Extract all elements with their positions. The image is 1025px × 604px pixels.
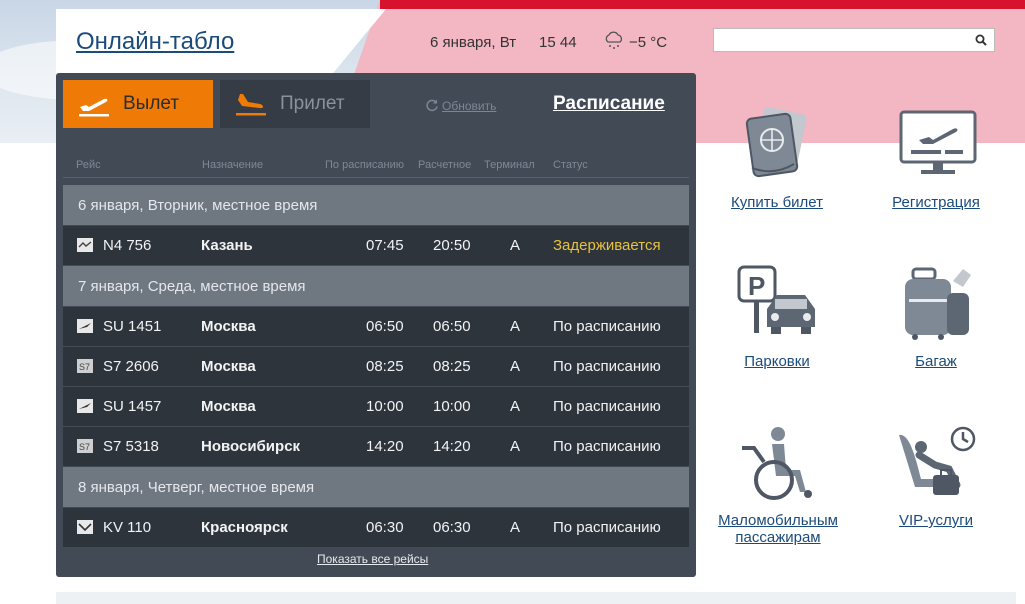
column-header-estimated: Расчетное xyxy=(418,159,472,171)
estimated-time: 14:20 xyxy=(433,438,471,455)
flight-number: S7 5318 xyxy=(103,438,159,455)
refresh-link[interactable]: Обновить xyxy=(442,99,496,113)
scheduled-time: 08:25 xyxy=(366,358,404,375)
date-header-row: 7 января, Среда, местное время xyxy=(63,266,689,306)
flight-number: S7 2606 xyxy=(103,358,159,375)
tab-departures[interactable]: Вылет xyxy=(63,80,213,128)
scheduled-time: 06:50 xyxy=(366,318,404,335)
flight-number: SU 1457 xyxy=(103,398,162,415)
service-buy-ticket-link[interactable]: Купить билет xyxy=(718,194,836,211)
check-in-monitor-icon[interactable] xyxy=(899,110,977,176)
flight-number: SU 1451 xyxy=(103,318,162,335)
vip-lounge-icon[interactable] xyxy=(895,425,977,499)
arrival-icon xyxy=(236,94,266,116)
flight-status: По расписанию xyxy=(553,318,661,335)
date-header-row: 8 января, Четверг, местное время xyxy=(63,467,689,507)
terminal: A xyxy=(510,237,521,254)
terminal: A xyxy=(510,358,521,375)
footer-strip xyxy=(56,592,1016,604)
kras-air-logo-icon xyxy=(77,520,93,534)
flight-status: По расписанию xyxy=(553,519,661,536)
destination: Москва xyxy=(201,398,256,415)
page-title[interactable]: Онлайн-табло xyxy=(76,28,234,56)
destination: Красноярск xyxy=(201,519,288,536)
table-row[interactable]: SU 1457 Москва 10:00 10:00 A По расписан… xyxy=(63,387,689,426)
service-vip-link[interactable]: VIP-услуги xyxy=(877,512,995,529)
s7-logo-icon: S7 xyxy=(77,359,93,373)
current-date: 6 января, Вт xyxy=(430,34,517,51)
aeroflot-logo-icon xyxy=(77,399,93,413)
table-row[interactable]: S7 S7 5318 Новосибирск 14:20 14:20 A По … xyxy=(63,427,689,466)
terminal: A xyxy=(510,398,521,415)
show-all-flights-link[interactable]: Показать все рейсы xyxy=(317,552,428,566)
s7-logo-icon: S7 xyxy=(77,439,93,453)
estimated-time: 20:50 xyxy=(433,237,471,254)
aeroflot-logo-icon xyxy=(77,319,93,333)
scheduled-time: 14:20 xyxy=(366,438,404,455)
table-row[interactable]: S7 S7 2606 Москва 08:25 08:25 A По распи… xyxy=(63,347,689,386)
column-header-terminal: Терминал xyxy=(484,159,535,171)
wheelchair-icon[interactable] xyxy=(740,426,816,502)
terminal: A xyxy=(510,519,521,536)
flight-status: По расписанию xyxy=(553,438,661,455)
flight-status: По расписанию xyxy=(553,398,661,415)
flight-status: По расписанию xyxy=(553,358,661,375)
estimated-time: 10:00 xyxy=(433,398,471,415)
tab-arrivals[interactable]: Прилет xyxy=(220,80,370,128)
destination: Москва xyxy=(201,358,256,375)
flight-status: Задерживается xyxy=(553,237,661,254)
svg-text:P: P xyxy=(748,271,765,301)
destination: Москва xyxy=(201,318,256,335)
estimated-time: 08:25 xyxy=(433,358,471,375)
flight-number: N4 756 xyxy=(103,237,152,254)
date-header-row: 6 января, Вторник, местное время xyxy=(63,185,689,225)
table-row[interactable]: SU 1451 Москва 06:50 06:50 A По расписан… xyxy=(63,307,689,346)
search-input[interactable] xyxy=(718,30,972,52)
column-header-flight: Рейс xyxy=(76,159,101,171)
svg-text:S7: S7 xyxy=(79,362,90,372)
refresh-icon[interactable] xyxy=(425,98,439,112)
table-row[interactable]: KV 110 Красноярск 06:30 06:30 A По распи… xyxy=(63,508,689,547)
scheduled-time: 06:30 xyxy=(366,519,404,536)
search-box xyxy=(713,28,995,52)
tab-departures-label: Вылет xyxy=(123,93,180,114)
passport-ticket-icon[interactable] xyxy=(744,106,810,180)
terminal: A xyxy=(510,438,521,455)
flight-number: KV 110 xyxy=(103,519,152,536)
terminal: A xyxy=(510,318,521,335)
service-accessibility-link[interactable]: Маломобильным пассажирам xyxy=(705,512,851,546)
column-header-destination: Назначение xyxy=(202,159,264,171)
parking-icon[interactable]: P xyxy=(737,265,819,337)
header-red-stripe xyxy=(380,0,1025,9)
estimated-time: 06:50 xyxy=(433,318,471,335)
scheduled-time: 10:00 xyxy=(366,398,404,415)
search-icon[interactable] xyxy=(975,34,987,46)
tab-arrivals-label: Прилет xyxy=(280,93,345,114)
header-divider xyxy=(63,177,689,178)
table-row[interactable]: N4 756 Казань 07:45 20:50 A Задерживаетс… xyxy=(63,226,689,265)
scheduled-time: 07:45 xyxy=(366,237,404,254)
svg-text:S7: S7 xyxy=(79,442,90,452)
nordstar-logo-icon xyxy=(77,238,93,252)
destination: Казань xyxy=(201,237,253,254)
service-parking-link[interactable]: Парковки xyxy=(718,353,836,370)
estimated-time: 06:30 xyxy=(433,519,471,536)
temperature: −5 °C xyxy=(629,34,668,51)
column-header-status: Статус xyxy=(553,159,588,171)
service-check-in-link[interactable]: Регистрация xyxy=(877,194,995,211)
baggage-icon[interactable] xyxy=(901,263,973,341)
cloud-snow-icon xyxy=(605,31,623,49)
destination: Новосибирск xyxy=(201,438,301,455)
current-time: 15 44 xyxy=(539,34,577,51)
service-baggage-link[interactable]: Багаж xyxy=(877,353,995,370)
schedule-link[interactable]: Расписание xyxy=(553,93,665,115)
departure-icon xyxy=(79,98,109,117)
column-header-scheduled: По расписанию xyxy=(325,159,405,171)
